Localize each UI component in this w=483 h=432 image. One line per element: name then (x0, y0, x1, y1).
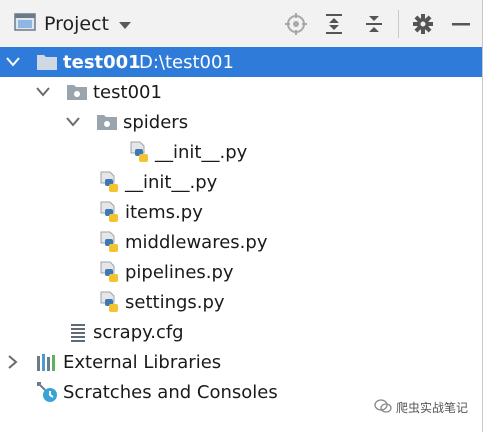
file-label: __init__.py (125, 171, 218, 193)
tree-node-root[interactable]: test001 D:\test001 (0, 47, 482, 77)
file-label: settings.py (125, 291, 225, 313)
view-selector[interactable]: Project (14, 11, 132, 37)
gear-icon[interactable] (411, 12, 435, 36)
collapsed-arrow-icon[interactable] (6, 355, 20, 369)
package-folder-icon (96, 111, 118, 133)
tree-node-config[interactable]: scrapy.cfg (0, 317, 482, 347)
locate-icon[interactable] (284, 12, 308, 36)
expand-arrow-icon[interactable] (66, 115, 80, 129)
python-file-icon (129, 141, 151, 163)
folder-icon (36, 51, 58, 73)
collapse-all-icon[interactable] (362, 12, 386, 36)
file-label: __init__.py (155, 141, 248, 163)
spiders-label: spiders (123, 111, 189, 133)
scratches-label: Scratches and Consoles (63, 381, 278, 403)
package-label: test001 (93, 81, 162, 103)
scratches-icon (36, 381, 58, 403)
minimize-icon[interactable] (449, 12, 473, 36)
python-file-icon (99, 291, 121, 313)
toolbar-separator (398, 10, 399, 38)
expand-all-icon[interactable] (322, 12, 346, 36)
file-label: items.py (125, 201, 203, 223)
text-file-icon (67, 321, 89, 343)
chevron-down-icon[interactable] (119, 15, 132, 34)
project-tool-window: Project test001 D:\test001 test001 spide… (0, 0, 483, 432)
python-file-icon (99, 171, 121, 193)
file-label: middlewares.py (125, 231, 268, 253)
expand-arrow-icon[interactable] (36, 85, 50, 99)
python-file-icon (99, 231, 121, 253)
external-libraries-label: External Libraries (63, 351, 222, 373)
tree-node-spiders[interactable]: spiders (0, 107, 482, 137)
root-project-name: test001 (63, 51, 141, 73)
python-file-icon (99, 261, 121, 283)
tree-node-external-libraries[interactable]: External Libraries (0, 347, 482, 377)
project-toolbar: Project (0, 0, 482, 48)
tree-node-file[interactable]: __init__.py (0, 167, 482, 197)
tree-node-file[interactable]: settings.py (0, 287, 482, 317)
file-label: scrapy.cfg (93, 321, 184, 343)
tree-node-file[interactable]: items.py (0, 197, 482, 227)
watermark: 爬虫实战笔记 (374, 399, 468, 416)
python-file-icon (99, 201, 121, 223)
file-label: pipelines.py (125, 261, 234, 283)
expand-arrow-icon[interactable] (6, 55, 20, 69)
project-view-icon (14, 13, 36, 35)
root-project-path: D:\test001 (139, 51, 234, 73)
package-folder-icon (66, 81, 88, 103)
tool-window-title: Project (44, 13, 110, 35)
library-icon (36, 351, 58, 373)
tree-node-file[interactable]: middlewares.py (0, 227, 482, 257)
watermark-text: 爬虫实战笔记 (395, 401, 468, 415)
tree-node-file[interactable]: pipelines.py (0, 257, 482, 287)
tree-node-spiders-init[interactable]: __init__.py (0, 137, 482, 167)
wechat-logo-icon (374, 399, 392, 416)
tree-node-package[interactable]: test001 (0, 77, 482, 107)
